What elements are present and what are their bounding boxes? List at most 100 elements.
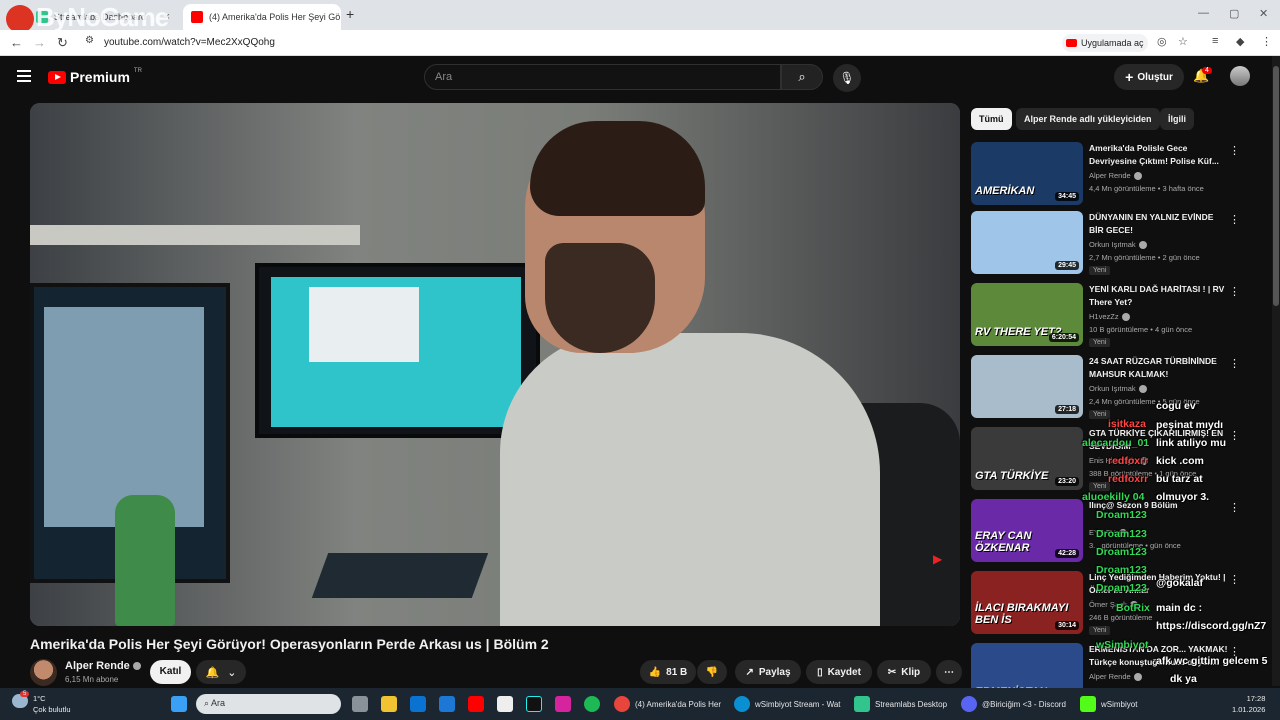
- more-vertical-icon[interactable]: ⋮: [1229, 501, 1240, 514]
- close-icon[interactable]: ×: [340, 11, 341, 23]
- join-button[interactable]: Katıl: [150, 660, 191, 684]
- recommendation-card[interactable]: RV THERE YET? 6:20:54 YENİ KARLI DAĞ HARİT…: [971, 283, 1261, 347]
- youtube-header: Premium TR Ara ⌕ 🎙 + Oluştur 🔔: [0, 56, 1272, 100]
- recommendation-card[interactable]: 29:45 DÜNYANIN EN YALNIZ EVİNDE BİR GECE!…: [971, 211, 1261, 275]
- youtube-logo[interactable]: Premium TR: [48, 68, 142, 85]
- subscribe-notification-button[interactable]: 🔔 ⌄: [196, 660, 246, 684]
- more-vertical-icon[interactable]: ⋮: [1229, 429, 1240, 442]
- create-button[interactable]: + Oluştur: [1114, 64, 1184, 90]
- dislike-button[interactable]: 👎: [697, 660, 727, 684]
- kick-icon[interactable]: [1080, 696, 1096, 712]
- reload-icon[interactable]: ↻: [57, 35, 68, 51]
- taskbar-item-streamlabs[interactable]: Streamlabs Desktop: [875, 700, 947, 709]
- search-input[interactable]: Ara: [424, 64, 781, 90]
- capcut-icon[interactable]: [497, 696, 513, 712]
- windows-start-icon[interactable]: [171, 696, 187, 712]
- channel-avatar[interactable]: [30, 659, 57, 686]
- youtube-favicon: [191, 11, 203, 23]
- taskbar-item-discord[interactable]: @Biriciğim <3 - Discord: [982, 700, 1066, 709]
- media-icon[interactable]: ≡: [1212, 35, 1218, 47]
- stream-chat-message: Droam123: [1096, 509, 1147, 521]
- file-explorer-icon[interactable]: [381, 696, 397, 712]
- weather-widget[interactable]: 1°C Çok bulutlu: [33, 693, 71, 715]
- taskbar-item-kick[interactable]: wSimbiyot: [1101, 700, 1137, 709]
- stream-chat-message: link atıliyo mu: [1156, 437, 1227, 449]
- streamlabs-icon[interactable]: [854, 696, 870, 712]
- more-vertical-icon[interactable]: ⋮: [1229, 357, 1240, 370]
- recommendation-meta: 2,7 Mn görüntüleme • 2 gün önce: [1089, 253, 1200, 262]
- video-thumbnail[interactable]: 29:45: [971, 211, 1083, 274]
- more-vertical-icon[interactable]: ⋮: [1229, 213, 1240, 226]
- video-thumbnail[interactable]: AMERİKAN 34:45: [971, 142, 1083, 205]
- voice-search-button[interactable]: 🎙: [833, 64, 861, 92]
- share-button[interactable]: ↗ Paylaş: [735, 660, 801, 684]
- minimize-icon[interactable]: —: [1198, 7, 1209, 19]
- page-scrollbar[interactable]: [1272, 56, 1280, 686]
- save-button[interactable]: ▯ Kaydet: [806, 660, 872, 684]
- window-close-icon[interactable]: ✕: [1259, 7, 1268, 20]
- duration-badge: 34:45: [1055, 192, 1079, 201]
- more-vertical-icon[interactable]: ⋮: [1229, 144, 1240, 157]
- recommendation-title[interactable]: DÜNYANIN EN YALNIZ EVİNDE BİR GECE!: [1089, 211, 1229, 237]
- recommendation-title[interactable]: 24 SAAT RÜZGAR TÜRBİNİNDE MAHSUR KALMAK!: [1089, 355, 1229, 381]
- like-button[interactable]: 👍 81 B: [640, 660, 696, 684]
- video-thumbnail[interactable]: 27:18: [971, 355, 1083, 418]
- video-thumbnail[interactable]: İLACI BIRAKMAYI BEN İS 30:14: [971, 571, 1083, 634]
- task-view-icon[interactable]: [352, 696, 368, 712]
- video-thumbnail[interactable]: RV THERE YET? 6:20:54: [971, 283, 1083, 346]
- tiktok-icon[interactable]: [526, 696, 542, 712]
- recommendation-channel[interactable]: Orkun Işıtmak: [1089, 384, 1147, 394]
- chip-related[interactable]: İlgili: [1160, 108, 1194, 130]
- open-in-app-button[interactable]: Uygulamada aç: [1062, 34, 1148, 52]
- chevron-down-icon: ⌄: [227, 666, 237, 679]
- recommendation-channel[interactable]: Alper Rende: [1089, 672, 1142, 682]
- video-thumbnail[interactable]: ERAY CAN ÖZKENAR 42:28: [971, 499, 1083, 562]
- outlook-icon[interactable]: [439, 696, 455, 712]
- microsoft-store-icon[interactable]: [410, 696, 426, 712]
- video-player[interactable]: ▶: [30, 103, 960, 626]
- recommendation-channel[interactable]: Orkun Işıtmak: [1089, 240, 1147, 250]
- bookmark-star-icon[interactable]: ☆: [1178, 35, 1188, 48]
- taskbar-item-youtube[interactable]: (4) Amerika'da Polis Her: [635, 700, 721, 709]
- system-clock[interactable]: 17:28 1.01.2026: [1232, 693, 1265, 715]
- hamburger-menu-icon[interactable]: [17, 70, 31, 85]
- recommendation-title[interactable]: YENİ KARLI DAĞ HARİTASI ! | RV There Yet…: [1089, 283, 1229, 309]
- account-avatar[interactable]: [1230, 66, 1250, 86]
- search-button[interactable]: ⌕: [781, 64, 823, 90]
- maximize-icon[interactable]: ▢: [1229, 7, 1239, 20]
- recommendation-channel[interactable]: Alper Rende: [1089, 171, 1142, 181]
- stream-chat-message: olmuyor 3.: [1156, 491, 1210, 503]
- site-info-icon[interactable]: ⚙: [85, 35, 94, 46]
- chip-all[interactable]: Tümü: [971, 108, 1012, 130]
- menu-icon[interactable]: ⋮: [1261, 35, 1272, 48]
- eye-off-icon[interactable]: ◎: [1157, 35, 1167, 48]
- taskbar-item-stream[interactable]: wSimbiyot Stream - Wat: [755, 700, 841, 709]
- channel-name[interactable]: Alper Rende: [65, 660, 141, 672]
- spotify-icon[interactable]: [584, 696, 600, 712]
- video-thumbnail[interactable]: GTA TÜRKİYE 23:20: [971, 427, 1083, 490]
- more-vertical-icon[interactable]: ⋮: [1229, 285, 1240, 298]
- chrome-icon[interactable]: [614, 696, 630, 712]
- recommendation-channel[interactable]: H1vezZz: [1089, 312, 1130, 322]
- recommendation-card[interactable]: AMERİKAN 34:45 Amerika'da Polisle Gece Dev…: [971, 142, 1261, 206]
- chip-from-uploader[interactable]: Alper Rende adlı yükleyiciden: [1016, 108, 1160, 130]
- taskbar-search[interactable]: ⌕ Ara: [196, 694, 341, 714]
- youtube-app-icon[interactable]: [468, 696, 484, 712]
- recommendation-card[interactable]: 27:18 24 SAAT RÜZGAR TÜRBİNİNDE MAHSUR KA…: [971, 355, 1261, 419]
- new-badge: Yeni: [1089, 626, 1111, 635]
- recommendation-title[interactable]: Amerika'da Polisle Gece Devriyesine Çıkt…: [1089, 142, 1229, 168]
- more-vertical-icon[interactable]: ⋮: [1229, 573, 1240, 586]
- clip-button[interactable]: ✂ Klip: [877, 660, 931, 684]
- recommendation-meta: 10 B görüntüleme • 4 gün önce: [1089, 325, 1193, 334]
- new-tab-icon[interactable]: +: [346, 6, 354, 22]
- extension-icon[interactable]: ◆: [1236, 35, 1244, 48]
- more-actions-button[interactable]: ⋯: [936, 660, 962, 684]
- save-label: Kaydet: [827, 666, 861, 678]
- instagram-icon[interactable]: [555, 696, 571, 712]
- forward-icon[interactable]: →: [33, 35, 46, 50]
- edge-icon[interactable]: [734, 696, 750, 712]
- back-icon[interactable]: ←: [10, 35, 23, 50]
- url-field[interactable]: youtube.com/watch?v=Mec2XxQQohg: [104, 37, 275, 48]
- discord-icon[interactable]: [961, 696, 977, 712]
- tab-youtube[interactable]: (4) Amerika'da Polis Her Şeyi Gö ×: [183, 4, 341, 30]
